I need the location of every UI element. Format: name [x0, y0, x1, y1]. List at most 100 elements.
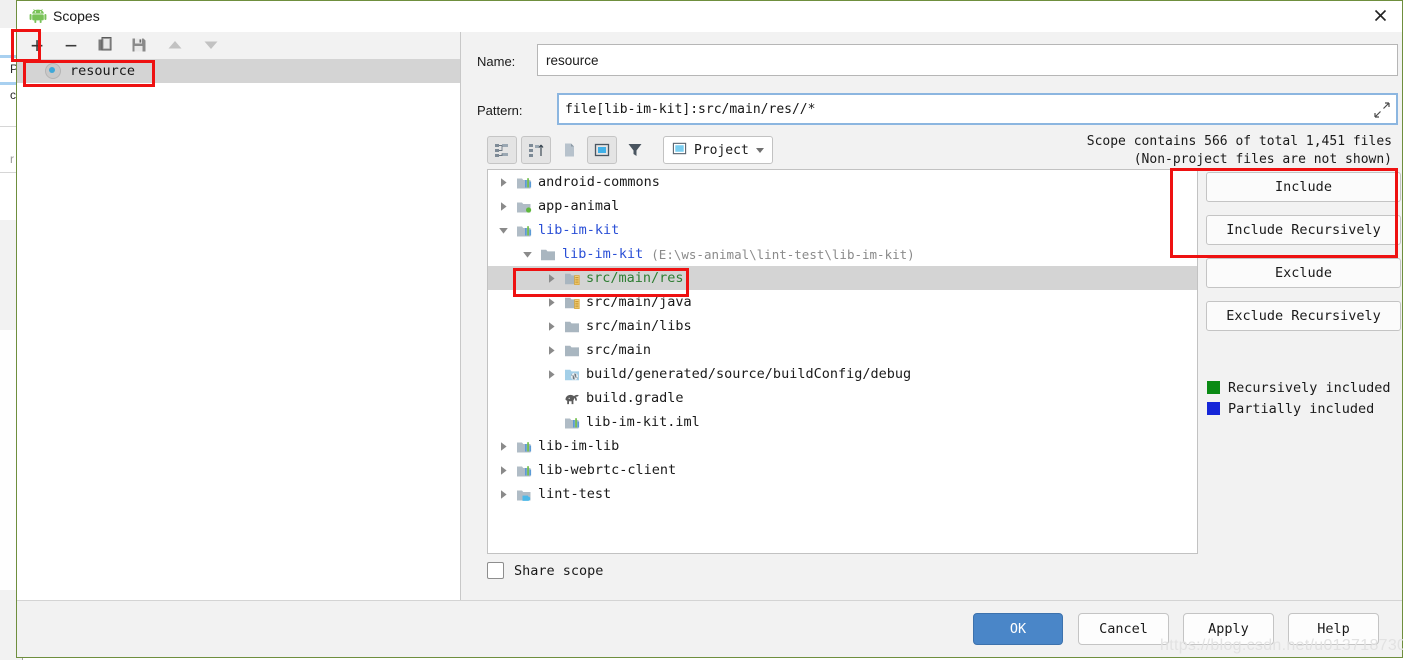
shared-scope-icon: [45, 63, 61, 79]
tree-node-label: src/main: [586, 342, 652, 358]
module-icon: [516, 174, 532, 190]
move-down-icon: [203, 39, 219, 54]
name-input[interactable]: [538, 45, 1397, 75]
tree-node-label: lib-im-kit: [562, 246, 644, 262]
tree-node[interactable]: lint-test: [488, 482, 1197, 506]
save-scope-button[interactable]: [127, 35, 151, 57]
include-recursively-button[interactable]: Include Recursively: [1206, 215, 1401, 245]
tree-node[interactable]: android-commons: [488, 170, 1197, 194]
show-modules-icon[interactable]: [587, 136, 617, 164]
move-down-button[interactable]: [199, 35, 223, 57]
scopes-dialog: Scopes + − resource Name: resource Patte…: [16, 0, 1403, 658]
chevron-right-icon[interactable]: [498, 489, 509, 500]
window-title: Scopes: [53, 8, 100, 24]
legend-label-partial: Partially included: [1228, 400, 1375, 417]
tree-node[interactable]: src/main/libs: [488, 314, 1197, 338]
watermark: https://blog.csdn.net/u013718730: [1160, 637, 1403, 654]
name-field[interactable]: [537, 44, 1398, 76]
exclude-recursively-button[interactable]: Exclude Recursively: [1206, 301, 1401, 331]
scope-info: Scope contains 566 of total 1,451 files …: [1087, 133, 1392, 169]
chevron-right-icon[interactable]: [498, 201, 509, 212]
tree-node[interactable]: lib-im-kit.iml: [488, 410, 1197, 434]
tree-node-label: android-commons: [538, 174, 660, 190]
folder-icon: [564, 342, 580, 358]
checkbox-box[interactable]: [487, 562, 504, 579]
pattern-field[interactable]: [557, 93, 1398, 125]
close-icon[interactable]: [1368, 7, 1392, 27]
tree-node[interactable]: src/main/java: [488, 290, 1197, 314]
tree-node[interactable]: lib-webrtc-client: [488, 458, 1197, 482]
legend-swatch-blue: [1207, 402, 1220, 415]
tree-node-label: build/generated/source/buildConfig/debug: [586, 366, 912, 382]
list-item[interactable]: resource: [17, 59, 460, 83]
module-icon: [564, 414, 580, 430]
remove-icon: −: [64, 33, 78, 58]
remove-scope-button[interactable]: −: [59, 35, 83, 57]
chevron-right-icon[interactable]: [546, 321, 557, 332]
move-up-icon: [167, 39, 183, 54]
chevron-right-icon[interactable]: [498, 465, 509, 476]
view-selector[interactable]: Project: [663, 136, 773, 164]
folder-icon: [564, 318, 580, 334]
tree-node[interactable]: build.gradle: [488, 386, 1197, 410]
tree-node[interactable]: lib-im-kit: [488, 218, 1197, 242]
tree-node[interactable]: build/generated/source/buildConfig/debug: [488, 362, 1197, 386]
legend-item-partial: Partially included: [1207, 398, 1391, 419]
exclude-button[interactable]: Exclude: [1206, 258, 1401, 288]
scope-info-line1: Scope contains 566 of total 1,451 files: [1086, 134, 1392, 149]
show-files-icon[interactable]: [555, 137, 583, 163]
file-tree[interactable]: android-commons app-animal lib-im-kit lib-i…: [487, 169, 1198, 554]
res-folder-icon: [564, 270, 580, 286]
chevron-right-icon[interactable]: [546, 369, 557, 380]
tree-node[interactable]: lib-im-lib: [488, 434, 1197, 458]
generated-folder-icon: [564, 366, 580, 382]
filter-icon[interactable]: [621, 137, 649, 163]
share-scope-checkbox[interactable]: Share scope: [487, 562, 603, 579]
project-view-icon: [672, 141, 687, 159]
tree-node[interactable]: app-animal: [488, 194, 1197, 218]
bg-text-3: r: [10, 152, 14, 166]
src-folder-icon: [564, 294, 580, 310]
legend-item-recursive: Recursively included: [1207, 377, 1391, 398]
tree-node-label: lint-test: [538, 486, 612, 502]
chevron-right-icon[interactable]: [546, 273, 557, 284]
tree-node[interactable]: src/main: [488, 338, 1197, 362]
folder-icon: [540, 246, 556, 262]
pattern-input[interactable]: [559, 95, 1362, 123]
add-scope-button[interactable]: +: [25, 35, 49, 57]
tree-node-label: src/main/libs: [586, 318, 692, 334]
flatten-packages-icon[interactable]: [487, 136, 517, 164]
tree-node-label: src/main/res: [586, 270, 684, 286]
java-module-icon: [516, 486, 532, 502]
ok-button[interactable]: OK: [973, 613, 1063, 645]
scope-editor-pane: Name: Pattern:: [461, 32, 1402, 601]
tree-node-label: lib-im-kit.iml: [586, 414, 700, 430]
tree-node[interactable]: src/main/res: [488, 266, 1197, 290]
copy-scope-button[interactable]: [93, 35, 117, 57]
screenshot-root: P c r / p A: [0, 0, 1403, 660]
chevron-right-icon[interactable]: [546, 297, 557, 308]
chevron-down-icon[interactable]: [498, 225, 509, 236]
expand-icon[interactable]: [1374, 102, 1390, 118]
tree-node-label: lib-webrtc-client: [538, 462, 677, 478]
scope-name-label: resource: [70, 63, 136, 79]
scope-list-pane: + − resource: [17, 32, 460, 601]
scope-list-toolbar: + −: [17, 32, 460, 59]
chevron-right-icon[interactable]: [498, 177, 509, 188]
chevron-right-icon[interactable]: [546, 345, 557, 356]
sort-by-type-icon[interactable]: [521, 136, 551, 164]
module-icon: [516, 222, 532, 238]
tree-node[interactable]: lib-im-kit (E:\ws-animal\lint-test\lib-im…: [488, 242, 1197, 266]
tree-node-label: lib-im-kit: [538, 222, 620, 238]
cancel-button[interactable]: Cancel: [1078, 613, 1169, 645]
tree-node-label: build.gradle: [586, 390, 684, 406]
chevron-down-icon: [755, 147, 764, 153]
tree-node-path: (E:\ws-animal\lint-test\lib-im-kit): [651, 246, 915, 262]
move-up-button[interactable]: [163, 35, 187, 57]
chevron-right-icon[interactable]: [498, 441, 509, 452]
include-button[interactable]: Include: [1206, 172, 1401, 202]
scope-info-line2: (Non-project files are not shown): [1133, 152, 1392, 167]
view-selector-label: Project: [694, 142, 749, 158]
chevron-down-icon[interactable]: [522, 249, 533, 260]
include-exclude-buttons: Include Include Recursively Exclude Excl…: [1206, 172, 1401, 344]
